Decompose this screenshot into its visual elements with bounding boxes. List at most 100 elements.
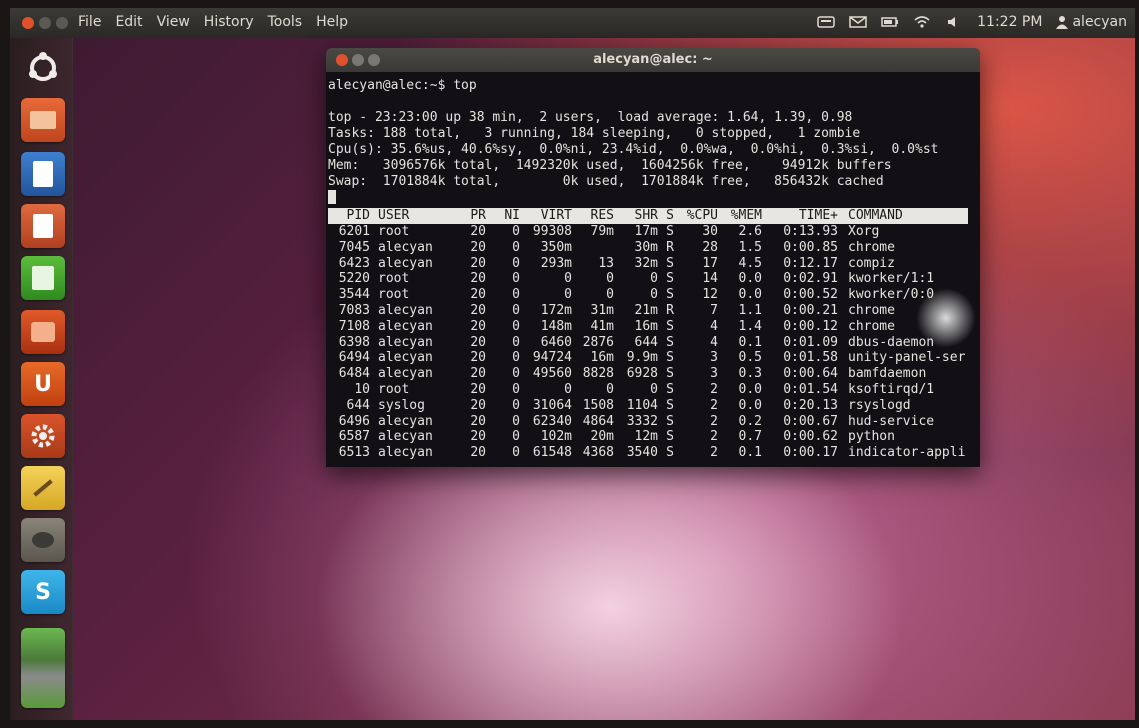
process-cell: 8828 — [582, 366, 614, 382]
menu-view[interactable]: View — [157, 14, 190, 30]
process-cell: 3544 — [338, 287, 370, 303]
process-cell: 0 — [512, 302, 520, 318]
column-header-shr: SHR — [634, 208, 658, 223]
process-cell: 0 — [606, 381, 614, 397]
column-header-virt: VIRT — [540, 208, 572, 223]
mail-icon[interactable] — [849, 15, 867, 29]
process-cell: root — [378, 381, 410, 397]
process-cell: 4 — [710, 318, 718, 334]
calc-icon[interactable] — [21, 256, 65, 300]
user-menu[interactable]: alecyan — [1056, 14, 1127, 30]
process-row: 6587 alecyan 20 0 102m 20m 12m S 2 0.7 0:00.62 pyth… — [328, 429, 978, 445]
menu-help[interactable]: Help — [316, 14, 348, 30]
process-cell: 0:00.67 — [783, 413, 838, 429]
column-header-mem: %MEM — [730, 208, 762, 223]
process-cell: 0.7 — [738, 429, 762, 445]
process-cell: 20 — [470, 287, 486, 303]
process-cell: 6398 — [338, 334, 370, 350]
settings-icon[interactable] — [21, 414, 65, 458]
keyboard-icon[interactable] — [817, 15, 835, 29]
process-cell: alecyan — [378, 366, 433, 382]
process-cell: 20 — [470, 413, 486, 429]
process-cell: 2 — [710, 397, 718, 413]
process-cell: 0 — [512, 318, 520, 334]
process-cell: 16m — [590, 350, 614, 366]
process-cell: 0:20.13 — [783, 397, 838, 413]
clock[interactable]: 11:22 PM — [977, 14, 1042, 30]
process-cell: 2 — [710, 381, 718, 397]
process-cell: 7 — [710, 302, 718, 318]
ubuntu-one-icon[interactable]: U — [21, 362, 65, 406]
process-cell: 0 — [512, 445, 520, 461]
process-cell: 6513 — [338, 445, 370, 461]
process-cell: 6423 — [338, 255, 370, 271]
process-cell: 16m — [634, 318, 658, 334]
process-cell: 6201 — [338, 224, 370, 239]
process-cell: 0:00.17 — [783, 445, 838, 461]
process-cell: 20 — [470, 334, 486, 350]
terminal-titlebar[interactable]: alecyan@alec: ~ — [326, 48, 980, 72]
process-cell: 0.0 — [738, 381, 762, 397]
process-cell: 6460 — [540, 334, 572, 350]
terminal-window[interactable]: alecyan@alec: ~ alecyan@alec:~$ top top … — [326, 48, 980, 467]
process-row: 644 syslog 20 0 31064 1508 1104 S 2 0.0 0:20.13 rsy… — [328, 398, 978, 414]
process-row: 7083 alecyan 20 0 172m 31m 21m R 7 1.1 0:00.21 chro… — [328, 303, 978, 319]
volume-icon[interactable] — [945, 15, 963, 29]
software-center-icon[interactable] — [21, 310, 65, 354]
process-cell: R — [666, 239, 674, 255]
process-cell: 1.5 — [738, 239, 762, 255]
process-cell: 0 — [606, 271, 614, 287]
process-table-header: PID USER PR NI VIRT RES SHR S %CPU %MEM TIME+ COMMA… — [328, 208, 968, 224]
top-panel: File Edit View History Tools Help 11:22 … — [10, 8, 1135, 38]
window-minimize-icon[interactable] — [39, 17, 51, 29]
menu-file[interactable]: File — [78, 14, 101, 30]
process-cell: 2.6 — [738, 224, 762, 239]
writer-icon[interactable] — [21, 152, 65, 196]
process-cell: 94724 — [532, 350, 572, 366]
process-cell: 0 — [512, 271, 520, 287]
wifi-icon[interactable] — [913, 15, 931, 29]
process-cell: syslog — [378, 397, 425, 413]
process-cell: 6484 — [338, 366, 370, 382]
process-cell: 2876 — [582, 334, 614, 350]
process-cell: kworker/0:0 — [848, 287, 935, 303]
process-cell: 0.0 — [738, 397, 762, 413]
top-cpu-line: Cpu(s): 35.6%us, 40.6%sy, 0.0%ni, 23.4%i… — [328, 142, 939, 157]
stacked-apps-icon[interactable] — [21, 628, 65, 708]
process-cell: 62340 — [532, 413, 572, 429]
process-cell: 17m — [634, 224, 658, 239]
text-editor-icon[interactable] — [21, 466, 65, 510]
gimp-icon[interactable] — [21, 518, 65, 562]
process-cell: rsyslogd — [848, 397, 911, 413]
process-cell: alecyan — [378, 255, 433, 271]
terminal-body[interactable]: alecyan@alec:~$ top top - 23:23:00 up 38… — [326, 72, 980, 467]
process-row: 6494 alecyan 20 0 94724 16m 9.9m S 3 0.5 0:01.58 un… — [328, 350, 978, 366]
battery-icon[interactable] — [881, 15, 899, 29]
process-cell: 0:00.64 — [783, 366, 838, 382]
menu-history[interactable]: History — [204, 14, 254, 30]
process-cell: 20 — [470, 318, 486, 334]
process-cell: 0.2 — [738, 413, 762, 429]
process-cell: alecyan — [378, 239, 433, 255]
process-cell: 0.0 — [738, 271, 762, 287]
process-cell: root — [378, 287, 410, 303]
process-cell: ksoftirqd/1 — [848, 381, 935, 397]
impress-icon[interactable] — [21, 204, 65, 248]
window-close-icon[interactable] — [22, 17, 34, 29]
process-cell: alecyan — [378, 429, 433, 445]
window-maximize-icon[interactable] — [56, 17, 68, 29]
menu-edit[interactable]: Edit — [115, 14, 142, 30]
process-cell: 14 — [702, 271, 718, 287]
process-cell: 20 — [470, 350, 486, 366]
process-cell: 0 — [512, 366, 520, 382]
menu-tools[interactable]: Tools — [268, 14, 303, 30]
files-icon[interactable] — [21, 98, 65, 142]
process-cell: 0:01.54 — [783, 381, 838, 397]
skype-icon[interactable]: S — [21, 570, 65, 614]
process-cell: S — [666, 397, 674, 413]
process-cell: 0:02.91 — [783, 271, 838, 287]
process-cell: 12m — [634, 429, 658, 445]
ubuntu-dash-icon[interactable] — [21, 46, 65, 90]
process-cell: 6587 — [338, 429, 370, 445]
process-cell: 3 — [710, 350, 718, 366]
